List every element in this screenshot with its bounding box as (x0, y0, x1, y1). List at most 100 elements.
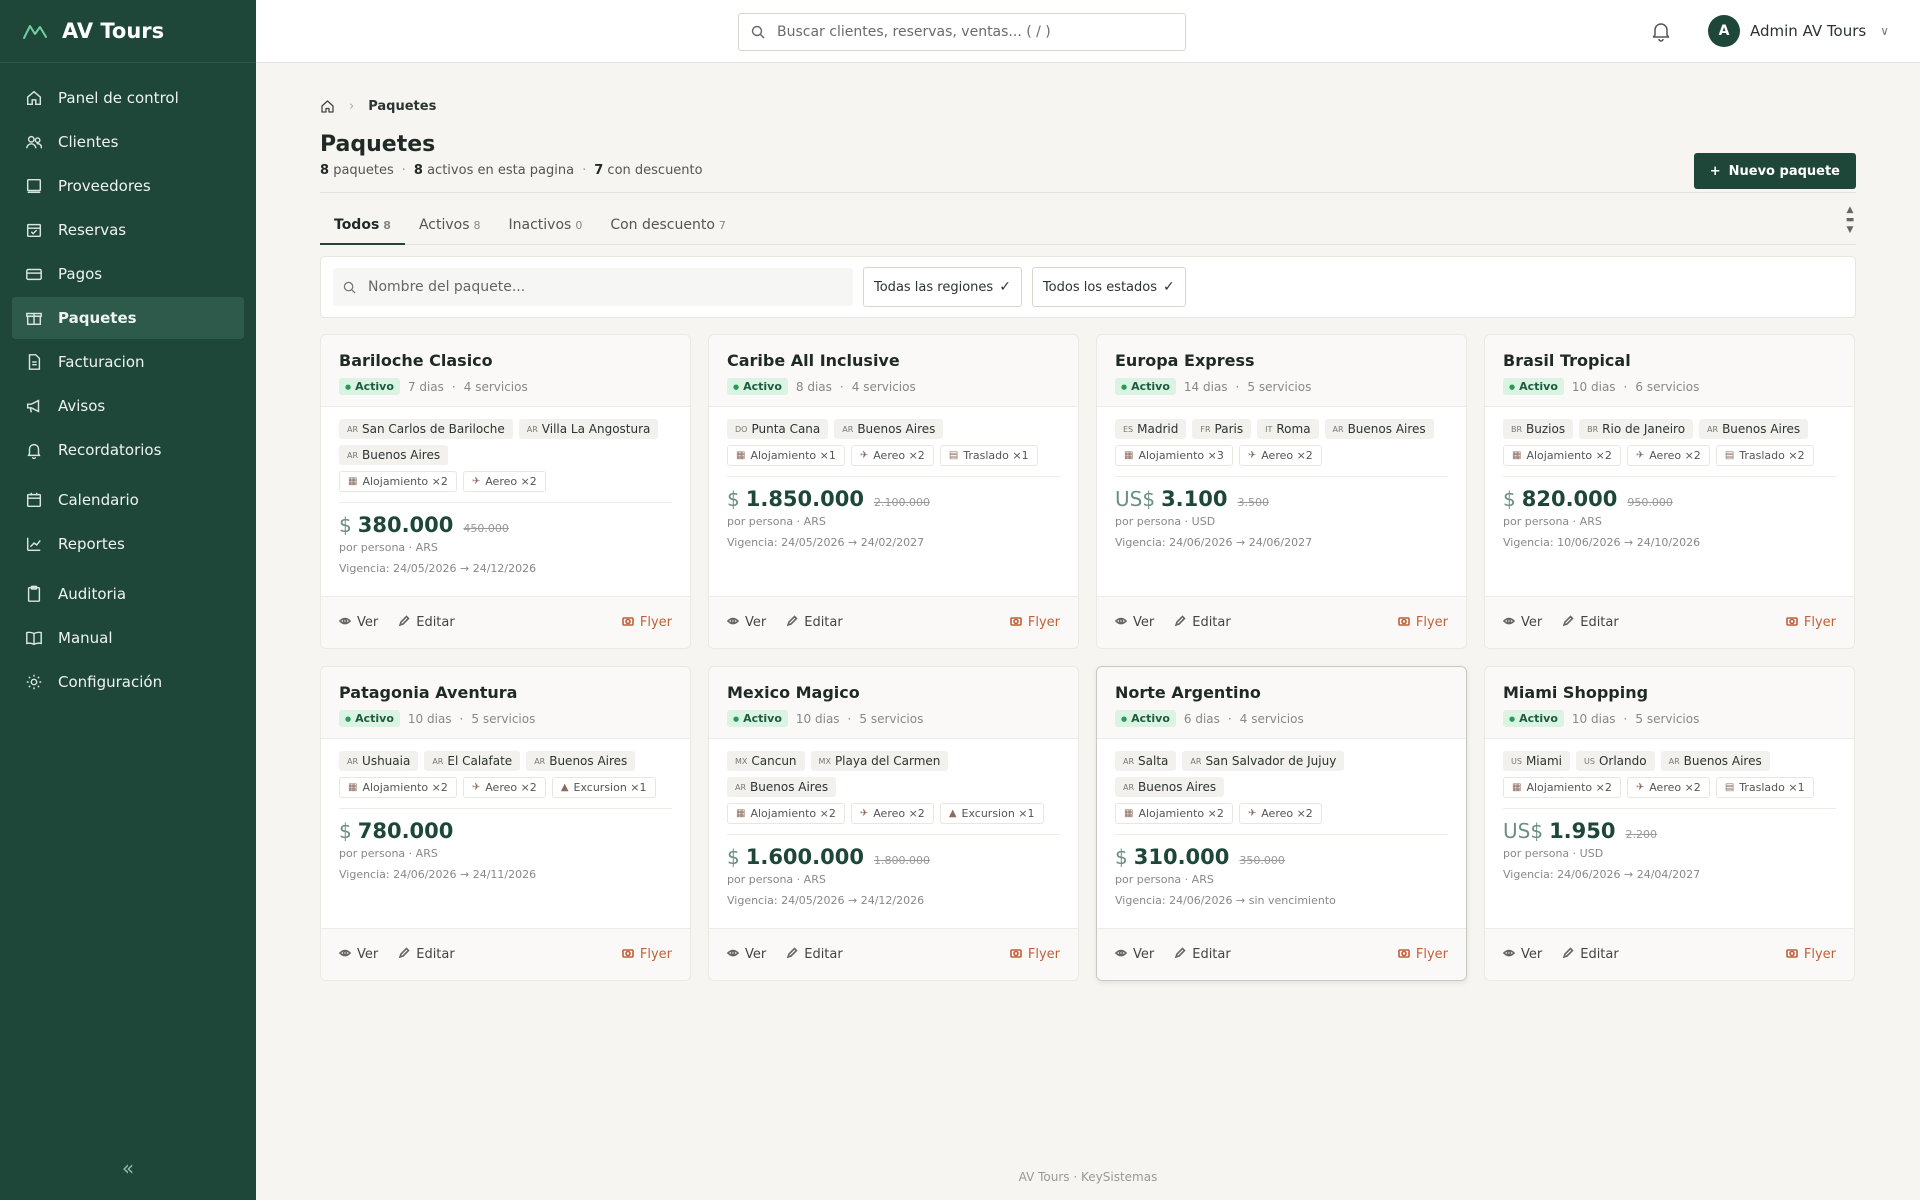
package-card[interactable]: Patagonia Aventura Activo 10 dias · 5 servic… (320, 666, 691, 981)
price-unit: por persona · USD (1503, 847, 1604, 860)
flyer-label: Flyer (1803, 947, 1836, 962)
destination-chip: AR Salta (1115, 751, 1177, 771)
status-select[interactable]: Todos los estados ✓ (1031, 267, 1186, 307)
sidebar-item-panel-de-control[interactable]: Panel de control (12, 77, 244, 119)
region-select[interactable]: Todas las regiones ✓ (863, 267, 1022, 307)
tab-inactivos[interactable]: Inactivos 0 (495, 205, 597, 245)
sidebar-nav: Panel de control Clientes Proveedores Reser… (0, 63, 256, 703)
edit-button[interactable]: Editar (1174, 946, 1231, 963)
sidebar-item-label: Reservas (58, 221, 127, 239)
eye-icon (1502, 615, 1516, 631)
edit-button[interactable]: Editar (786, 946, 843, 963)
service-label: Traslado ×2 (1739, 449, 1805, 462)
flyer-button[interactable]: Flyer (1010, 947, 1060, 963)
view-button[interactable]: Ver (726, 615, 766, 631)
sidebar-item-paquetes[interactable]: Paquetes (12, 297, 244, 339)
sidebar-item-auditoria[interactable]: Auditoria (12, 573, 244, 615)
sidebar-item-proveedores[interactable]: Proveedores (12, 165, 244, 207)
view-button[interactable]: Ver (726, 947, 766, 963)
package-card[interactable]: Miami Shopping Activo 10 dias · 5 servicios U… (1484, 666, 1855, 981)
sidebar-item-pagos[interactable]: Pagos (12, 253, 244, 295)
sidebar-item-reservas[interactable]: Reservas (12, 209, 244, 251)
country-code: FR (1200, 424, 1211, 434)
view-button[interactable]: Ver (1114, 947, 1154, 963)
flyer-button[interactable]: Flyer (1786, 615, 1836, 631)
price-unit: por persona · ARS (339, 541, 438, 554)
global-search-input[interactable] (777, 24, 1157, 40)
card-meta: Activo 14 dias · 5 servicios (1115, 378, 1448, 395)
view-button[interactable]: Ver (1502, 947, 1542, 963)
home-icon[interactable] (320, 99, 335, 114)
user-menu[interactable]: A Admin AV Tours ∨ (1708, 15, 1889, 47)
card-meta: Activo 6 dias · 4 servicios (1115, 710, 1448, 727)
package-card[interactable]: Europa ExpressActivo14 dias·5 serviciosE… (1096, 334, 1467, 649)
edit-label: Editar (1192, 615, 1231, 630)
card-header: Bariloche Clasico Activo 7 dias · 4 servicio… (321, 335, 690, 407)
sidebar-item-clientes[interactable]: Clientes (12, 121, 244, 163)
old-price: 2.100.000 (873, 496, 930, 509)
tab-activos[interactable]: Activos 8 (405, 205, 495, 245)
package-card[interactable]: Bariloche Clasico Activo 7 dias · 4 servicio… (320, 334, 691, 649)
status-badge: Activo (339, 710, 400, 727)
price-row: US$ 3.100 3.500 (1115, 487, 1448, 511)
package-services: 6 servicios (1635, 379, 1700, 394)
view-button[interactable]: Ver (338, 947, 378, 963)
view-button[interactable]: Ver (1114, 615, 1154, 631)
tab-todos[interactable]: Todos 8 (320, 205, 405, 245)
new-package-button[interactable]: + Nuevo paquete (1693, 153, 1856, 189)
country-code: AR (735, 782, 747, 792)
package-services: 4 servicios (1239, 711, 1304, 726)
edit-button[interactable]: Editar (1174, 614, 1231, 631)
edit-button[interactable]: Editar (1562, 946, 1619, 963)
package-card[interactable]: Brasil Tropical Activo 10 dias · 6 servicios… (1484, 334, 1855, 649)
service-chip: ✈ Aereo ×2 (462, 777, 546, 798)
card-body: DO Punta Cana AR Buenos Aires ▦ Alojamiento ×… (709, 407, 1078, 549)
edit-button[interactable]: Editar (398, 614, 455, 631)
brand[interactable]: AV Tours (0, 0, 256, 63)
sidebar-item-reportes[interactable]: Reportes (12, 523, 244, 565)
package-card[interactable]: Norte ArgentinoActivo6 dias·4 serviciosA… (1096, 666, 1467, 981)
pencil-icon (1562, 946, 1574, 963)
notifications-bell-icon[interactable] (1650, 20, 1672, 42)
sidebar-item-calendario[interactable]: Calendario (12, 479, 244, 521)
view-button[interactable]: Ver (338, 615, 378, 631)
sidebar-item-recordatorios[interactable]: Recordatorios (12, 429, 244, 471)
sidebar-item-avisos[interactable]: Avisos (12, 385, 244, 427)
destination-name: Roma (1276, 422, 1311, 436)
view-button[interactable]: Ver (1502, 615, 1542, 631)
country-code: AR (1707, 424, 1719, 434)
package-card[interactable]: Caribe All Inclusive Activo 8 dias · 4 servi… (708, 334, 1079, 649)
package-services: 5 servicios (859, 711, 924, 726)
global-search[interactable] (738, 13, 1186, 51)
flyer-button[interactable]: Flyer (622, 615, 672, 631)
gear-icon (24, 672, 44, 692)
flyer-button[interactable]: Flyer (1398, 947, 1448, 963)
card-body: AR San Carlos de Bariloche AR Villa La Ango… (321, 407, 690, 575)
tab-con-descuento[interactable]: Con descuento 7 (596, 205, 740, 245)
flyer-button[interactable]: Flyer (622, 947, 672, 963)
sidebar-item-configuración[interactable]: Configuración (12, 661, 244, 703)
collapse-sidebar-icon[interactable]: « (118, 1158, 138, 1178)
active-count: 8 (413, 163, 423, 178)
flyer-button[interactable]: Flyer (1786, 947, 1836, 963)
sidebar-item-facturacion[interactable]: Facturacion (12, 341, 244, 383)
service-chip: ✈ Aereo ×2 (850, 803, 934, 824)
package-search[interactable] (333, 268, 853, 306)
destination-chip: FR Paris (1192, 419, 1252, 439)
edit-button[interactable]: Editar (786, 614, 843, 631)
flyer-button[interactable]: Flyer (1398, 615, 1448, 631)
package-card[interactable]: Mexico Magico Activo 10 dias · 5 servicios MX… (708, 666, 1079, 981)
search-icon (343, 281, 356, 294)
package-name: Brasil Tropical (1503, 351, 1631, 370)
card-header: Miami Shopping Activo 10 dias · 5 servicios (1485, 667, 1854, 739)
country-code: BR (1511, 424, 1523, 434)
tab-label: Con descuento (610, 217, 715, 233)
dot-separator: · (1623, 711, 1628, 726)
edit-button[interactable]: Editar (1562, 614, 1619, 631)
scroll-arrows-icon[interactable]: ▲ ▬ ▼ (1844, 205, 1856, 235)
package-search-input[interactable] (368, 279, 838, 295)
service-label: Aereo ×2 (1261, 449, 1313, 462)
flyer-button[interactable]: Flyer (1010, 615, 1060, 631)
sidebar-item-manual[interactable]: Manual (12, 617, 244, 659)
edit-button[interactable]: Editar (398, 946, 455, 963)
